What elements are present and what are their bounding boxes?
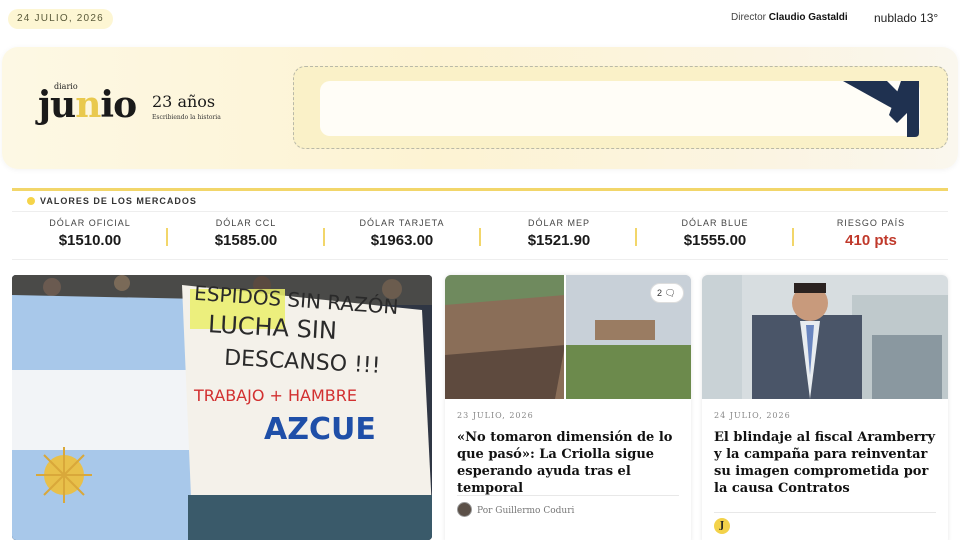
advertisement-slot[interactable] xyxy=(293,66,948,149)
market-label: DÓLAR MEP xyxy=(527,218,590,228)
director-credit: Director Claudio Gastaldi xyxy=(731,12,848,23)
author-avatar xyxy=(457,502,472,517)
logo-tagline: Escribiendo la historia xyxy=(152,114,221,121)
market-value: $1585.00 xyxy=(214,232,278,249)
logo-wordmark-accent: n xyxy=(75,84,101,126)
comment-icon: 🗨 xyxy=(664,288,676,298)
market-dolar-blue[interactable]: DÓLAR BLUE $1555.00 xyxy=(637,218,793,249)
market-value: $1521.90 xyxy=(527,232,591,249)
markets-separator xyxy=(12,211,948,212)
protest-banner-text: ESPIDOS SIN RAZÓN LUCHA SIN DESCANSO !!!… xyxy=(193,281,430,449)
article-author[interactable]: Por Guillermo Coduri xyxy=(457,502,574,517)
director-name: Claudio Gastaldi xyxy=(768,12,848,23)
current-date: 24 JULIO, 2026 xyxy=(8,9,113,29)
markets-bottom-border xyxy=(12,259,948,260)
logo-anniversary: 23 años xyxy=(152,92,216,111)
card-divider xyxy=(457,495,679,496)
logo-wordmark-start: ju xyxy=(38,84,76,126)
ad-brand-icon xyxy=(843,81,919,137)
article-card[interactable]: 24 JULIO, 2026 El blindaje al fiscal Ara… xyxy=(702,275,948,540)
market-dolar-tarjeta[interactable]: DÓLAR TARJETA $1963.00 xyxy=(324,218,480,249)
comments-badge[interactable]: 2 🗨 xyxy=(650,283,684,303)
comments-count: 2 xyxy=(657,288,663,298)
market-label: DÓLAR CCL xyxy=(215,218,277,228)
market-value: $1555.00 xyxy=(683,232,747,249)
market-label: RIESGO PAÍS xyxy=(836,218,906,228)
lead-story-image[interactable]: ESPIDOS SIN RAZÓN LUCHA SIN DESCANSO !!!… xyxy=(12,275,432,540)
markets-heading-text: VALORES DE LOS MERCADOS xyxy=(40,196,197,206)
article-title[interactable]: «No tomaron dimensión de lo que pasó»: L… xyxy=(457,429,683,497)
market-dolar-oficial[interactable]: DÓLAR OFICIAL $1510.00 xyxy=(12,218,168,249)
weather-widget: nublado 13° xyxy=(874,11,939,25)
article-title[interactable]: El blindaje al fiscal Aramberry y la cam… xyxy=(714,429,940,497)
publisher-badge: J xyxy=(714,518,730,534)
article-date: 23 JULIO, 2026 xyxy=(457,411,534,420)
prosecutor-photo xyxy=(702,275,948,399)
director-label: Director xyxy=(731,12,767,23)
market-value: $1963.00 xyxy=(370,232,434,249)
article-image[interactable]: 2 🗨 xyxy=(445,275,691,399)
card-divider xyxy=(714,512,936,513)
site-logo[interactable]: diario junio 23 años Escribiendo la hist… xyxy=(38,82,228,128)
top-bar: 24 JULIO, 2026 Director Claudio Gastaldi… xyxy=(0,0,960,40)
markets-dot-icon xyxy=(27,197,35,205)
logo-wordmark: junio xyxy=(38,84,137,126)
market-riesgo-pais[interactable]: RIESGO PAÍS 410 pts xyxy=(793,218,949,249)
author-name: Por Guillermo Coduri xyxy=(477,506,575,516)
market-value: 410 pts xyxy=(845,232,897,249)
market-label: DÓLAR TARJETA xyxy=(359,218,445,228)
market-dolar-mep[interactable]: DÓLAR MEP $1521.90 xyxy=(481,218,637,249)
market-label: DÓLAR BLUE xyxy=(681,218,749,228)
markets-divider xyxy=(12,188,948,191)
market-label: DÓLAR OFICIAL xyxy=(49,218,131,228)
market-dolar-ccl[interactable]: DÓLAR CCL $1585.00 xyxy=(168,218,324,249)
article-date: 24 JULIO, 2026 xyxy=(714,411,791,420)
banner-line: TRABAJO + HAMBRE xyxy=(194,386,357,405)
banner-line: AZCUE xyxy=(264,412,376,447)
logo-wordmark-end: io xyxy=(100,84,137,126)
article-card[interactable]: 2 🗨 23 JULIO, 2026 «No tomaron dimensión… xyxy=(445,275,691,540)
market-value: $1510.00 xyxy=(58,232,122,249)
markets-heading: VALORES DE LOS MERCADOS xyxy=(27,196,197,206)
ad-placeholder xyxy=(320,81,920,136)
article-image[interactable] xyxy=(702,275,948,399)
